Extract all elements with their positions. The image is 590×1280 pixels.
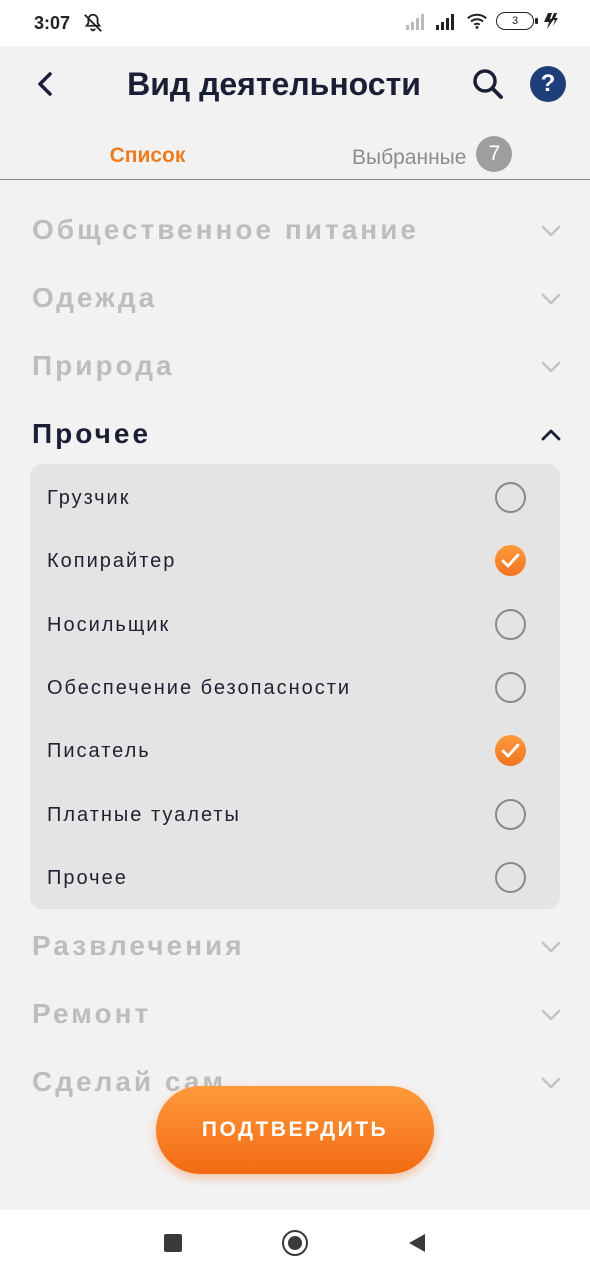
subcategory-label: Писатель [47,740,151,762]
help-icon: ? [540,70,556,97]
radio-unchecked[interactable] [495,482,526,513]
category-label: Прочее [32,418,152,449]
subcategory-label: Копирайтер [47,550,177,572]
subcategory-item[interactable]: Писатель [30,720,560,780]
chevron-up-icon [541,429,561,441]
category-label: Одежда [32,282,158,313]
checkmark-icon [501,743,520,758]
help-button[interactable]: ? [530,66,566,102]
system-nav-bar [0,1210,590,1280]
tab-selected[interactable]: Выбранные 7 [352,136,513,172]
chevron-down-icon [541,941,561,953]
category-item[interactable]: Ремонт [0,984,590,1044]
tab-bar: Список Выбранные 7 [0,130,590,180]
checkmark-icon [501,553,520,568]
signal-icon [406,14,424,30]
subcategory-item[interactable]: Обеспечение безопасности [30,657,560,717]
subcategory-label: Прочее [47,867,128,889]
category-label: Общественное питание [32,214,419,245]
category-label: Природа [32,350,175,381]
chevron-down-icon [541,1009,561,1021]
bell-off-icon [84,13,102,32]
chevron-down-icon [541,361,561,373]
recents-icon[interactable] [164,1234,182,1252]
chevron-down-icon [541,225,561,237]
status-icons: 3 [406,12,560,30]
status-bar: 3:07 3 [0,0,590,46]
category-item[interactable]: Развлечения [0,916,590,976]
radio-unchecked[interactable] [495,609,526,640]
chevron-down-icon [541,1077,561,1089]
tab-list[interactable]: Список [0,144,295,168]
category-label: Ремонт [32,998,152,1029]
radio-unchecked[interactable] [495,672,526,703]
page-title: Вид деятельности [127,66,421,102]
category-label: Развлечения [32,930,245,961]
subcategory-item[interactable]: Носильщик [30,594,560,654]
signal-icon [436,14,454,30]
selected-count-badge: 7 [476,136,513,172]
status-time: 3:07 [34,13,71,33]
confirm-button[interactable]: ПОДТВЕРДИТЬ [156,1086,434,1174]
chevron-down-icon [541,293,561,305]
subcategory-label: Носильщик [47,614,171,636]
header: Вид деятельности ? [0,46,590,126]
subcategory-item[interactable]: Грузчик [30,467,560,527]
charging-icon [544,13,558,29]
category-item[interactable]: Одежда [0,268,590,328]
subcategory-item[interactable]: Платные туалеты [30,784,560,844]
subcategory-item[interactable]: Копирайтер [30,530,560,590]
wifi-icon [467,13,487,29]
tab-selected-label: Выбранные [352,146,467,169]
battery-icon: 3 [496,12,538,30]
back-icon[interactable] [406,1232,428,1254]
subcategory-label: Обеспечение безопасности [47,677,352,699]
battery-level: 3 [511,15,519,27]
radio-checked[interactable] [495,735,526,766]
subcategory-panel: Грузчик Копирайтер Носильщик Обеспечение… [30,464,560,909]
category-item[interactable]: Общественное питание [0,200,590,260]
radio-unchecked[interactable] [495,799,526,830]
search-icon[interactable] [468,64,508,104]
category-item[interactable]: Природа [0,336,590,396]
subcategory-label: Платные туалеты [47,804,241,826]
radio-checked[interactable] [495,545,526,576]
subcategory-item[interactable]: Прочее [30,847,560,907]
subcategory-label: Грузчик [47,487,131,509]
home-icon[interactable] [282,1230,308,1256]
category-item-expanded[interactable]: Прочее [0,404,590,464]
radio-unchecked[interactable] [495,862,526,893]
